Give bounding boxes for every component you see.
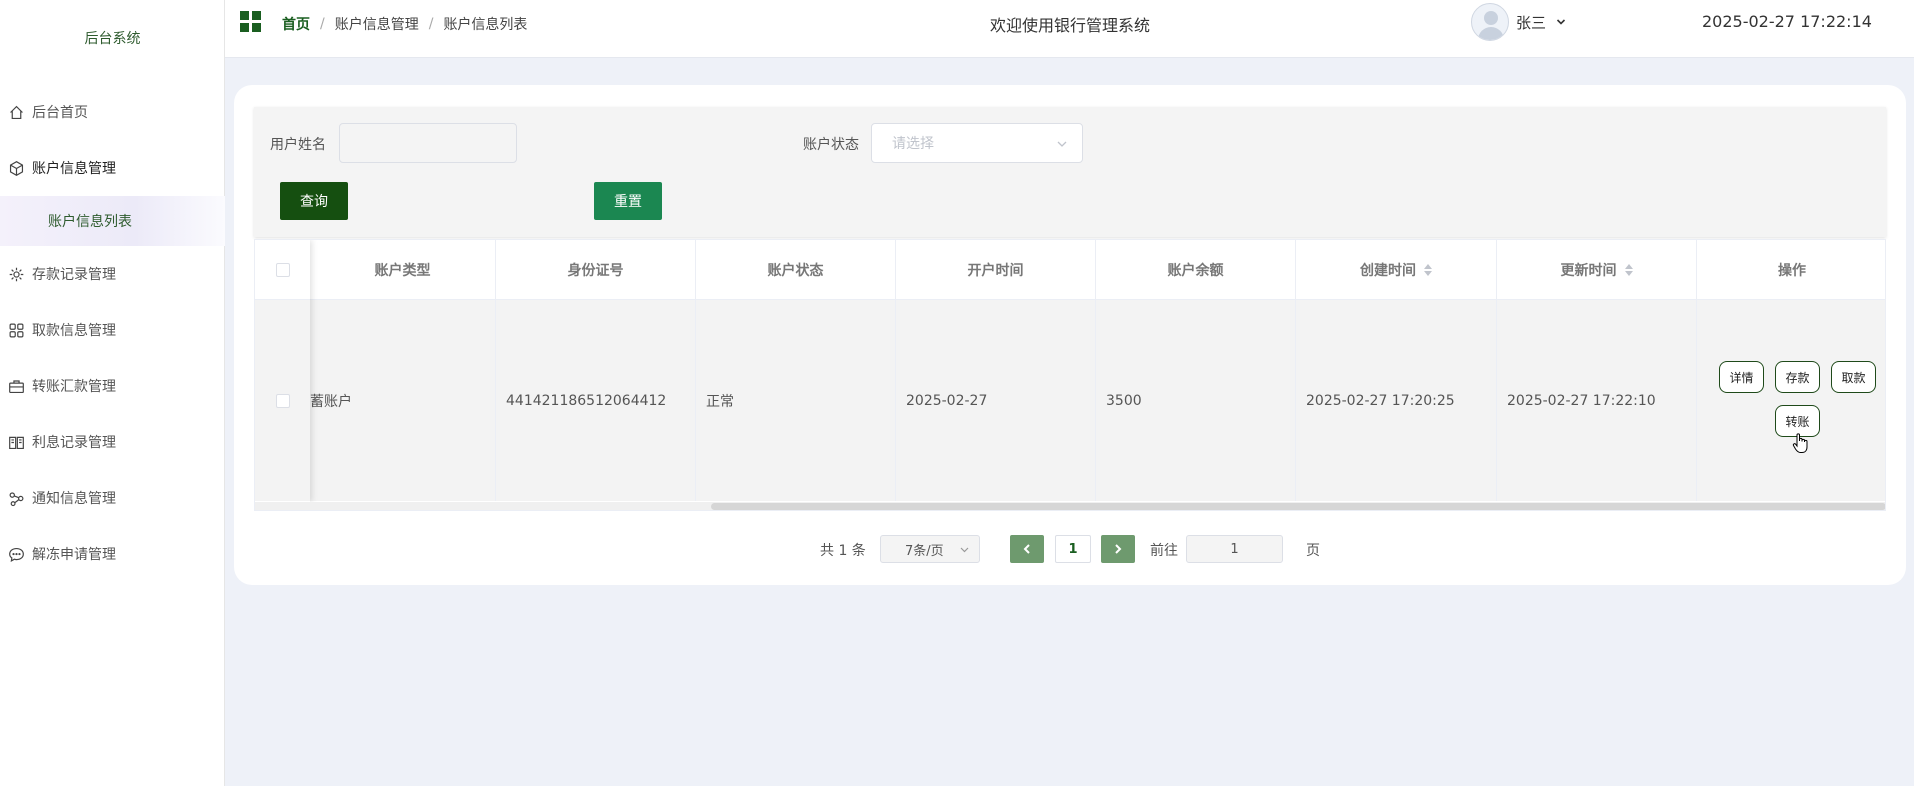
sidebar-item-label: 取款信息管理	[32, 323, 116, 339]
breadcrumb-home[interactable]: 首页	[282, 14, 310, 34]
brand-title: 后台系统	[84, 31, 141, 47]
column-header: 账户余额	[1096, 240, 1296, 299]
cell-open-date: 2025-02-27	[896, 300, 1096, 501]
sidebar-item-unfreeze[interactable]: 解冻申请管理	[0, 526, 225, 582]
grid-icon	[6, 320, 26, 340]
sidebar-item-label: 账户信息管理	[32, 161, 116, 177]
breadcrumb-separator: /	[320, 16, 325, 32]
withdraw-button[interactable]: 取款	[1831, 361, 1876, 393]
column-header: 身份证号	[496, 240, 696, 299]
home-icon	[6, 102, 26, 122]
chevron-down-icon	[1556, 19, 1566, 25]
name-label: 用户姓名	[270, 137, 326, 153]
cube-icon	[6, 158, 26, 178]
chevron-down-icon	[960, 547, 969, 553]
cell-balance: 3500	[1096, 300, 1296, 501]
total-count: 共 1 条	[820, 543, 866, 559]
status-select[interactable]: 请选择	[871, 123, 1083, 163]
sidebar-item-withdraw[interactable]: 取款信息管理	[0, 302, 225, 358]
column-header: 账户类型	[310, 240, 496, 299]
datetime-display: 2025-02-27 17:22:14	[1702, 12, 1872, 31]
chevron-down-icon	[1057, 141, 1067, 147]
cell-updated: 2025-02-27 17:22:10	[1497, 300, 1697, 501]
breadcrumb: 首页 / 账户信息管理 / 账户信息列表	[282, 14, 527, 34]
next-page-button[interactable]	[1101, 535, 1135, 563]
chat-icon	[6, 544, 26, 564]
sidebar-menu: 后台首页 账户信息管理 账户信息列表 存款记录管理 取款信息管理 转账汇款管理 …	[0, 84, 225, 582]
prev-page-button[interactable]	[1010, 535, 1044, 563]
page-size-select[interactable]: 7条/页	[880, 535, 980, 563]
breadcrumb-account-list: 账户信息列表	[443, 17, 528, 33]
briefcase-icon	[6, 376, 26, 396]
welcome-text: 欢迎使用银行管理系统	[990, 16, 1151, 35]
account-table: 账户类型 身份证号 账户状态 开户时间 账户余额 创建时间 更新时间 操作 蓄账…	[254, 239, 1886, 511]
breadcrumb-separator: /	[428, 16, 434, 32]
reset-button[interactable]: 重置	[594, 182, 662, 220]
column-header: 操作	[1778, 262, 1806, 279]
sidebar-item-notification[interactable]: 通知信息管理	[0, 470, 225, 526]
sidebar-item-account-info[interactable]: 账户信息管理	[0, 140, 225, 196]
sidebar-item-label: 通知信息管理	[32, 491, 116, 507]
column-header-label: 更新时间	[1560, 262, 1617, 279]
deposit-button[interactable]: 存款	[1775, 361, 1820, 393]
cell-status: 正常	[696, 300, 896, 501]
query-button[interactable]: 查询	[280, 182, 348, 220]
sort-icon[interactable]	[1424, 263, 1432, 276]
select-all-checkbox[interactable]	[275, 262, 290, 277]
status-select-placeholder: 请选择	[892, 136, 934, 152]
breadcrumb-account-info: 账户信息管理	[334, 17, 419, 33]
column-header-label: 创建时间	[1360, 262, 1416, 279]
top-header: 首页 / 账户信息管理 / 账户信息列表 欢迎使用银行管理系统 张三 2025-…	[225, 0, 1914, 58]
menu-toggle-icon[interactable]	[240, 11, 262, 33]
sidebar-item-label: 利息记录管理	[32, 435, 116, 451]
sidebar-item-home[interactable]: 后台首页	[0, 84, 225, 140]
sort-icon[interactable]	[1624, 263, 1633, 276]
username: 张三	[1516, 13, 1547, 32]
cell-created: 2025-02-27 17:20:25	[1296, 300, 1497, 501]
column-header: 开户时间	[896, 240, 1096, 299]
horizontal-scrollbar[interactable]	[711, 503, 1885, 510]
sidebar-item-interest[interactable]: 利息记录管理	[0, 414, 225, 470]
table-row: 蓄账户 441421186512064412 正常 2025-02-27 350…	[255, 300, 1885, 501]
name-input[interactable]	[339, 123, 517, 163]
status-label: 账户状态	[803, 137, 859, 153]
hand-cursor-icon	[1792, 433, 1808, 453]
cell-actions: 详情 存款 取款 转账	[1697, 300, 1885, 501]
page-size-value: 7条/页	[905, 543, 944, 559]
avatar	[1471, 3, 1509, 41]
fixed-select-column	[255, 240, 310, 502]
column-header-sortable[interactable]: 创建时间	[1296, 240, 1497, 299]
cell-account-type: 蓄账户	[310, 300, 496, 501]
share-icon	[6, 488, 26, 508]
cell-id-number: 441421186512064412	[496, 300, 696, 501]
row-checkbox[interactable]	[275, 393, 290, 408]
table-header: 账户类型 身份证号 账户状态 开户时间 账户余额 创建时间 更新时间 操作	[255, 240, 1885, 300]
column-header: 账户状态	[696, 240, 896, 299]
sidebar-item-label: 后台首页	[32, 105, 88, 121]
book-icon	[6, 432, 26, 452]
sidebar-subitem-account-list[interactable]: 账户信息列表	[0, 196, 225, 246]
sidebar: 后台系统 后台首页 账户信息管理 账户信息列表 存款记录管理 取款信息管理 转账…	[0, 0, 225, 786]
sidebar-item-label: 解冻申请管理	[32, 547, 116, 563]
goto-label: 前往	[1150, 543, 1178, 559]
chevron-left-icon	[1023, 544, 1030, 554]
user-menu[interactable]: 张三	[1471, 2, 1566, 42]
page-suffix-label: 页	[1306, 543, 1320, 559]
sidebar-item-label: 转账汇款管理	[32, 379, 116, 395]
column-header-sortable[interactable]: 更新时间	[1497, 240, 1697, 299]
chevron-right-icon	[1115, 544, 1122, 554]
page-number-current[interactable]: 1	[1055, 535, 1091, 563]
detail-button[interactable]: 详情	[1719, 361, 1764, 393]
sidebar-item-label: 存款记录管理	[32, 267, 116, 283]
sidebar-item-transfer[interactable]: 转账汇款管理	[0, 358, 225, 414]
sidebar-item-deposit[interactable]: 存款记录管理	[0, 246, 225, 302]
goto-page-input[interactable]	[1186, 535, 1283, 563]
gear-icon	[6, 264, 26, 284]
